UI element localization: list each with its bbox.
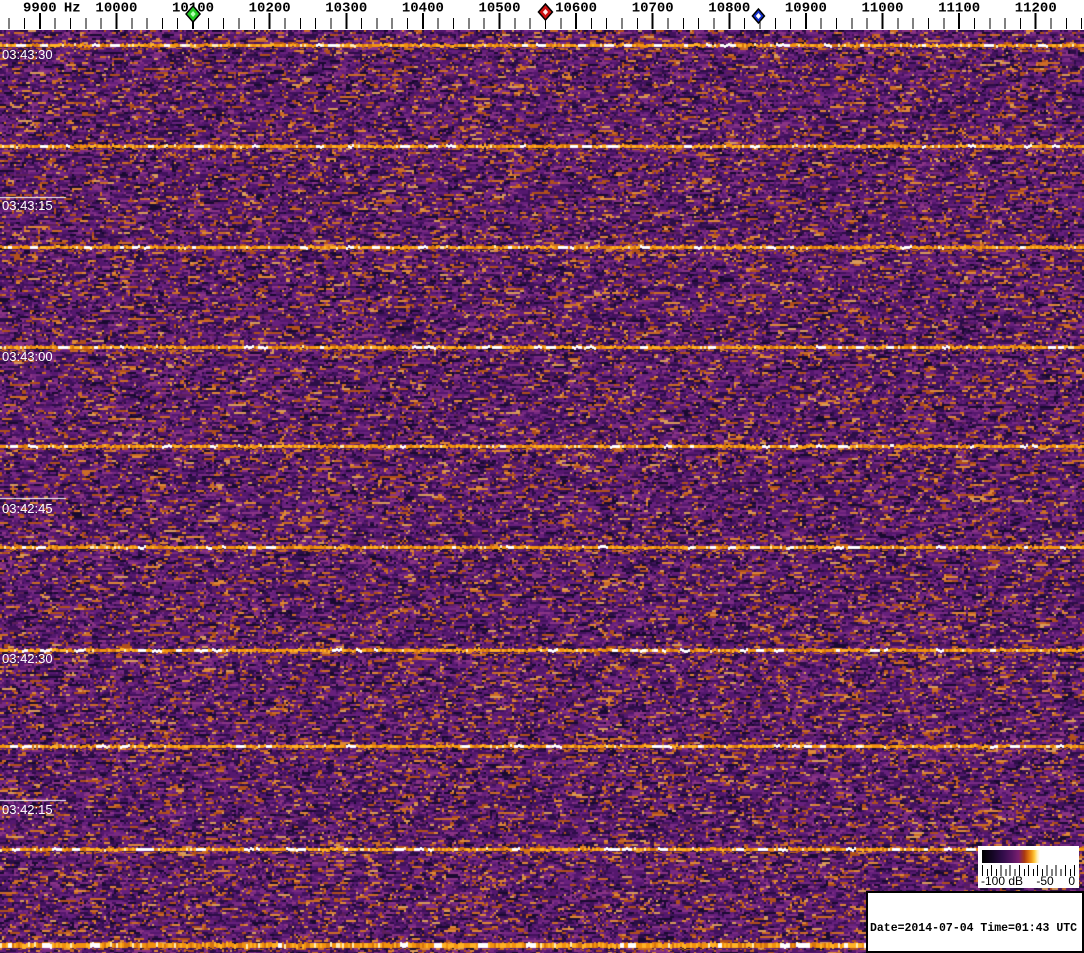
colorbar-label-min: -100 dB bbox=[981, 874, 1024, 888]
time-label: 03:42:15 bbox=[2, 802, 53, 817]
waterfall-spectrogram-canvas bbox=[0, 30, 1084, 953]
frequency-tick-label: 10900 bbox=[785, 1, 827, 17]
frequency-tick-label: 10300 bbox=[325, 1, 367, 17]
frequency-unit-label: Hz bbox=[64, 1, 81, 17]
colorbar-label-mid: -50 bbox=[1036, 874, 1054, 888]
frequency-tick-label: 10200 bbox=[249, 1, 291, 17]
time-label: 03:43:00 bbox=[2, 349, 53, 364]
frequency-tick-label: 10000 bbox=[95, 1, 137, 17]
info-line-datetime: Date=2014-07-04 Time=01:43 UTC bbox=[870, 922, 1078, 935]
frequency-tick-label: 9900 bbox=[23, 1, 57, 17]
info-box: Date=2014-07-04 Time=01:43 UTC Freq=143 … bbox=[866, 891, 1084, 953]
frequency-tick-label: 10800 bbox=[708, 1, 750, 17]
time-label: 03:43:30 bbox=[2, 47, 53, 62]
frequency-tick-label: 11000 bbox=[862, 1, 904, 17]
frequency-tick-label: 11200 bbox=[1015, 1, 1057, 17]
frequency-tick-label: 11100 bbox=[938, 1, 980, 17]
colorbar-legend: -100 dB -50 0 bbox=[978, 846, 1079, 888]
time-label: 03:42:45 bbox=[2, 501, 53, 516]
colorbar-label-max: 0 bbox=[1068, 874, 1075, 888]
frequency-scale: 9900100001010010200103001040010500106001… bbox=[0, 0, 1084, 30]
frequency-tick-label: 10600 bbox=[555, 1, 597, 17]
spectrum-lab-window: 9900100001010010200103001040010500106001… bbox=[0, 0, 1084, 953]
frequency-tick-label: 10400 bbox=[402, 1, 444, 17]
time-label: 03:43:15 bbox=[2, 198, 53, 213]
time-label: 03:42:30 bbox=[2, 651, 53, 666]
frequency-scale-ruler: 9900100001010010200103001040010500106001… bbox=[0, 0, 1084, 30]
colorbar-gradient bbox=[982, 850, 1074, 863]
frequency-tick-label: 10500 bbox=[478, 1, 520, 17]
frequency-tick-label: 10700 bbox=[632, 1, 674, 17]
